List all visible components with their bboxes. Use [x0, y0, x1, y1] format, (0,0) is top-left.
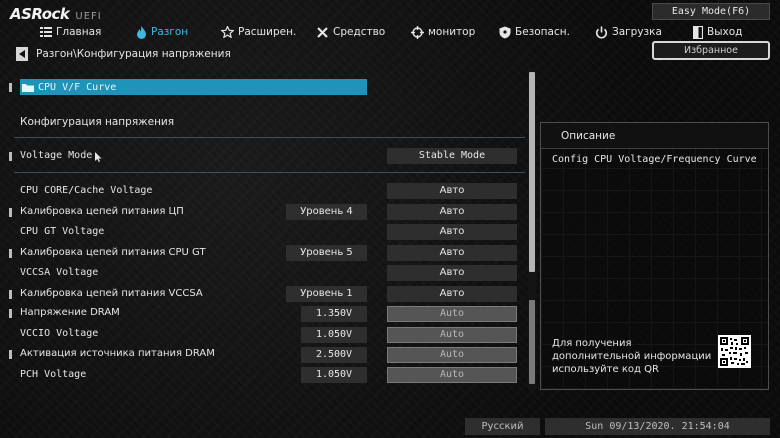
tab-label: монитор: [428, 26, 476, 38]
setting-label: PCH Voltage: [20, 369, 87, 380]
back-button[interactable]: [16, 47, 28, 61]
setting-label: VCCSA Voltage: [20, 267, 99, 278]
cpu-vf-curve-item[interactable]: CPU V/F Curve: [20, 79, 367, 95]
setting-current-value: Уровень 5: [286, 245, 367, 261]
divider: [14, 172, 525, 173]
setting-value[interactable]: Auto: [387, 306, 517, 322]
setting-value[interactable]: Авто: [387, 183, 517, 199]
setting-value[interactable]: Авто: [387, 286, 517, 302]
tab-tools[interactable]: Средство: [316, 22, 385, 42]
flame-icon: [137, 25, 146, 39]
description-title: Описание: [561, 130, 616, 142]
asrock-logo: ASRock UEFI: [10, 4, 102, 23]
exit-icon: [693, 25, 703, 39]
tab-exit[interactable]: Выход: [693, 22, 742, 42]
tools-icon: [317, 26, 328, 38]
setting-label: Калибровка цепей питания VCCSA: [20, 288, 203, 299]
crosshair-icon: [411, 25, 424, 39]
divider: [14, 137, 525, 138]
cpu-vf-curve-label: CPU V/F Curve: [38, 81, 117, 93]
tab-overclock[interactable]: Разгон: [136, 22, 188, 42]
row-marker: [9, 309, 12, 318]
scrollbar-thumb[interactable]: [529, 72, 535, 272]
setting-current-value: 1.350V: [301, 306, 367, 322]
tab-label: Главная: [56, 26, 102, 38]
setting-value[interactable]: Auto: [387, 347, 517, 363]
setting-label: Напряжение DRAM: [20, 307, 120, 318]
tab-label: Расширен.: [238, 26, 297, 38]
tab-label: Разгон: [151, 26, 189, 38]
row-marker: [9, 249, 12, 258]
voltage-mode-value[interactable]: Stable Mode: [387, 148, 517, 164]
tab-boot[interactable]: Загрузка: [595, 22, 662, 42]
list-icon: [40, 27, 52, 37]
tab-advanced[interactable]: Расширен.: [221, 22, 296, 42]
setting-current-value: Уровень 4: [286, 204, 367, 220]
brand-suffix: UEFI: [75, 11, 102, 22]
folder-icon: [22, 83, 34, 92]
description-panel: Описание Config CPU Voltage/Frequency Cu…: [540, 122, 769, 390]
row-marker: [9, 290, 12, 299]
breadcrumb-row: Разгон\Конфигурация напряжения: [16, 46, 231, 62]
setting-label: VCCIO Voltage: [20, 328, 99, 339]
setting-label: Активация источника питания DRAM: [20, 348, 215, 359]
back-arrow-icon: [19, 50, 25, 58]
setting-current-value: Уровень 1: [286, 286, 367, 302]
scrollbar-lower-segment[interactable]: [529, 300, 535, 384]
tab-label: Выход: [707, 26, 743, 38]
setting-label: Калибровка цепей питания CPU GT: [20, 247, 206, 258]
setting-current-value: 1.050V: [301, 327, 367, 343]
setting-value[interactable]: Auto: [387, 367, 517, 383]
description-text: Config CPU Voltage/Frequency Curve: [552, 154, 757, 165]
setting-label: CPU CORE/Cache Voltage: [20, 185, 153, 196]
setting-current-value: 1.050V: [301, 367, 367, 383]
row-marker: [9, 350, 12, 359]
setting-value[interactable]: Авто: [387, 265, 517, 281]
tab-label: Безопасн.: [515, 26, 570, 38]
qr-hint: Для получения дополнительной информации …: [552, 338, 712, 375]
main-tabs: Главная Разгон Расширен. Средство монито…: [0, 22, 780, 42]
setting-value[interactable]: Авто: [387, 224, 517, 240]
row-marker: [9, 208, 12, 217]
tab-main[interactable]: Главная: [40, 22, 101, 42]
tab-label: Загрузка: [612, 26, 662, 38]
row-marker: [9, 83, 12, 92]
tab-security[interactable]: Безопасн.: [499, 22, 570, 42]
shield-icon: [499, 26, 511, 38]
section-title: Конфигурация напряжения: [20, 116, 175, 128]
qr-code-icon: [718, 335, 751, 368]
language-button[interactable]: Русский: [465, 418, 540, 435]
setting-value[interactable]: Авто: [387, 204, 517, 220]
voltage-mode-label: Voltage Mode: [20, 150, 93, 161]
star-icon: [221, 26, 234, 38]
mouse-cursor-icon: [95, 152, 102, 162]
power-icon: [595, 26, 608, 38]
brand-name: ASRock: [10, 5, 70, 23]
favorites-button[interactable]: Избранное: [652, 41, 770, 60]
row-marker: [9, 152, 12, 161]
datetime-display: Sun 09/13/2020. 21:54:04: [545, 418, 770, 435]
tab-monitor[interactable]: монитор: [411, 22, 475, 42]
breadcrumb: Разгон\Конфигурация напряжения: [36, 48, 231, 60]
easy-mode-button[interactable]: Easy Mode(F6): [652, 3, 770, 20]
setting-label: Калибровка цепей питания ЦП: [20, 206, 184, 217]
setting-value[interactable]: Авто: [387, 245, 517, 261]
setting-label: CPU GT Voltage: [20, 226, 105, 237]
setting-value[interactable]: Auto: [387, 327, 517, 343]
setting-current-value: 2.500V: [301, 347, 367, 363]
tab-label: Средство: [333, 26, 386, 38]
